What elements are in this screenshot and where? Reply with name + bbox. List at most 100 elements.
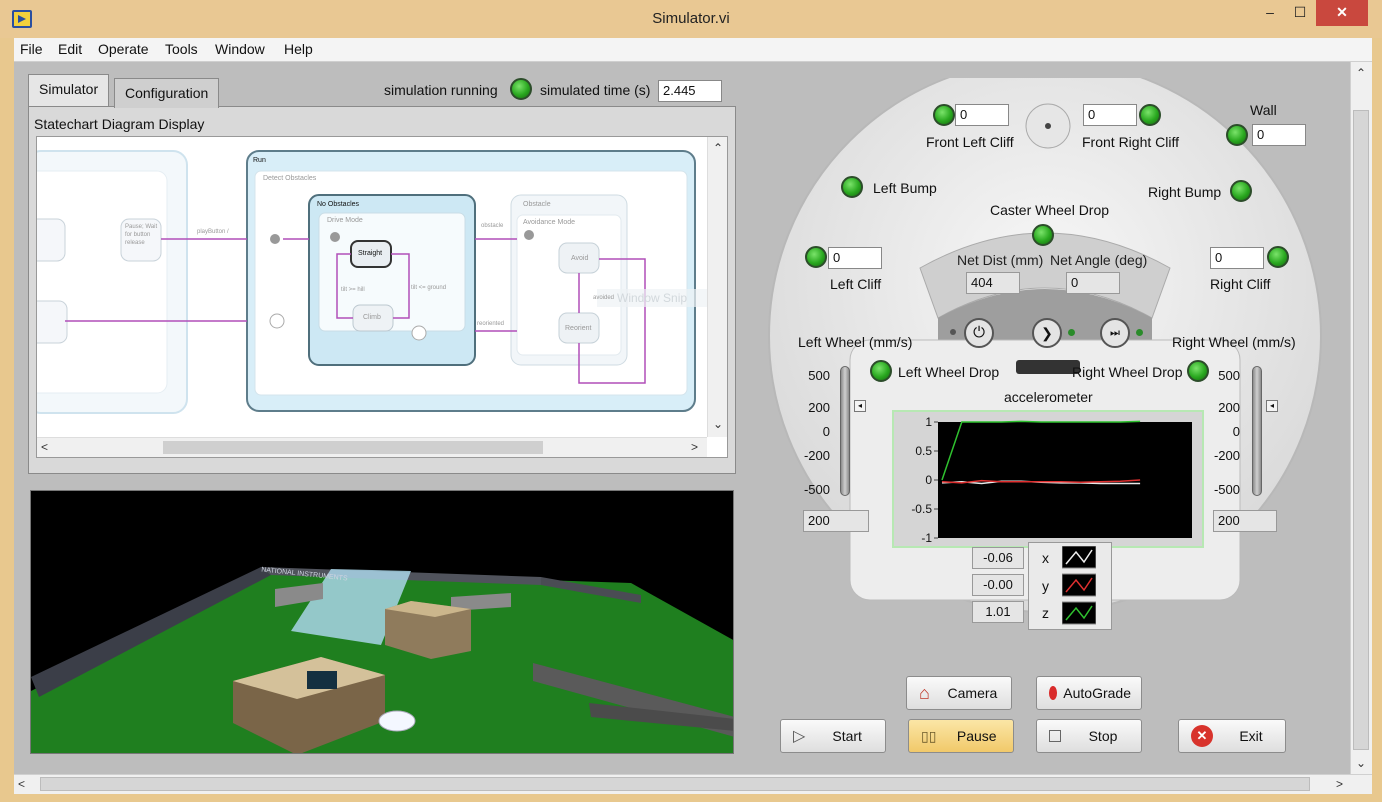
home-icon: ⌂ [919,682,930,703]
right-wheel-tick: 500 [1218,368,1240,383]
scroll-left-icon[interactable]: < [18,777,25,791]
accel-z-value: 1.01 [972,601,1024,623]
play-icon[interactable]: ❯ [1032,318,1062,348]
statechart-hscroll[interactable]: < > [37,437,707,457]
left-wheel-tick: 200 [808,400,830,415]
right-wheel-value[interactable]: 200 [1213,510,1277,532]
left-wheel-tick: 0 [822,424,830,439]
menu-edit[interactable]: Edit [58,41,82,57]
simulated-time-value: 2.445 [658,80,722,102]
state-avoidance-label: Avoidance Mode [523,219,576,226]
accelerometer-label: accelerometer [1004,389,1093,405]
front-right-cliff-led [1139,104,1161,126]
left-wheel-tick: -200 [803,448,830,463]
tab-simulator[interactable]: Simulator [28,74,110,106]
close-button[interactable]: ✕ [1316,0,1368,26]
transition-obstacle-label: obstacle [481,223,504,229]
state-drive-mode-label: Drive Mode [327,217,363,224]
left-wheel-slider-handle[interactable]: ◂ [854,400,866,412]
state-climb-label: Climb [363,314,381,321]
autograde-button[interactable]: AutoGrade [1036,676,1142,710]
maximize-button[interactable]: ☐ [1286,0,1314,26]
right-bump-label: Right Bump [1148,184,1222,200]
transition-playbutton-label: playButton / [197,229,229,235]
scroll-down-icon[interactable]: ⌄ [1356,756,1366,770]
right-wheel-tick: 0 [1232,424,1240,439]
right-cliff-led [1267,246,1289,268]
menu-window[interactable]: Window [215,41,265,57]
left-cliff-value: 0 [828,247,882,269]
front-right-cliff-label: Front Right Cliff [1082,134,1179,150]
advance-icon[interactable]: ⏭ [1100,318,1130,348]
play-outline-icon: ▷ [793,728,806,745]
pause-button[interactable]: ▯▯ Pause [908,719,1014,753]
stop-button[interactable]: Stop [1036,719,1142,753]
stop-icon [1049,730,1061,742]
window-snip-ghost: Window Snip [617,291,688,305]
close-circle-icon: ✕ [1191,725,1213,747]
y-tick-label: 0 [925,473,932,487]
right-wheel-drop-label: Right Wheel Drop [1072,364,1183,380]
statechart-hscroll-thumb[interactable] [163,441,543,454]
menu-tools[interactable]: Tools [165,41,198,57]
window-title: Simulator.vi [652,10,730,27]
left-wheel-value[interactable]: 200 [803,510,869,532]
power-icon[interactable]: ⏻ [964,318,994,348]
scroll-right-icon[interactable]: > [1336,777,1343,791]
menu-file[interactable]: File [20,41,43,57]
tab-configuration[interactable]: Configuration [114,78,220,108]
left-wheel-slider[interactable] [840,366,850,496]
statechart-scroll-left-icon[interactable]: < [41,440,48,454]
left-bump-led [841,176,863,198]
statechart-display[interactable]: Run Detect Obstacles No Obstacles Drive … [36,136,728,458]
state-pause-label: Pause; Wait for button release [125,224,158,246]
3d-scene-view[interactable]: NATIONAL INSTRUMENTS [30,490,734,754]
front-left-cliff-label: Front Left Cliff [926,134,1014,150]
statechart-scroll-right-icon[interactable]: > [691,440,698,454]
caster-wheel-drop-label: Caster Wheel Drop [990,202,1110,218]
left-wheel-label: Left Wheel (mm/s) [798,334,913,350]
exit-button[interactable]: ✕ Exit [1178,719,1286,753]
play-indicator-dot [1068,329,1075,336]
right-cliff-label: Right Cliff [1210,276,1271,292]
statechart-scroll-down-icon[interactable]: ⌄ [713,417,723,431]
menu-operate[interactable]: Operate [98,41,149,57]
legend-z-label: z [1042,605,1049,621]
wall-led [1226,124,1248,146]
left-wheel-tick: 500 [808,368,830,383]
net-dist-value: 404 [966,272,1020,294]
y-tick-label: 1 [925,415,932,429]
arena-render [31,567,733,753]
left-wheel-drop-label: Left Wheel Drop [898,364,1000,380]
scroll-up-icon[interactable]: ⌃ [1356,66,1366,80]
legend-swatches [1062,546,1096,625]
right-wheel-slider-handle[interactable]: ◂ [1266,400,1278,412]
camera-button[interactable]: ⌂ Camera [906,676,1012,710]
left-bump-label: Left Bump [873,180,937,196]
menu-help[interactable]: Help [284,41,313,57]
right-wheel-tick: 200 [1218,400,1240,415]
statechart-vscroll[interactable]: ⌃ ⌄ [707,137,727,437]
minimize-button[interactable]: – [1256,0,1284,26]
y-tick-label: 0.5 [915,444,932,458]
transition-tilt-hill-label: tilt >= hill [341,287,365,293]
statechart-scroll-up-icon[interactable]: ⌃ [713,141,723,155]
simulated-time-label: simulated time (s) [540,82,651,98]
legend-y-label: y [1042,578,1049,594]
horizontal-scroll-thumb[interactable] [40,777,1310,791]
right-cliff-value: 0 [1210,247,1264,269]
right-wheel-tick: -500 [1213,482,1240,497]
statechart-title: Statechart Diagram Display [34,116,205,132]
wall-label: Wall [1250,102,1277,118]
plot-area [938,422,1192,538]
vertical-scroll-thumb[interactable] [1353,110,1369,750]
y-tick-label: -0.5 [911,502,932,516]
right-wheel-slider[interactable] [1252,366,1262,496]
right-wheel-tick: -200 [1213,448,1240,463]
state-avoid-label: Avoid [571,255,589,262]
front-right-cliff-value: 0 [1083,104,1137,126]
net-dist-label: Net Dist (mm) [957,252,1044,268]
start-button[interactable]: ▷ Start [780,719,886,753]
transition-tilt-ground-label: tilt <= ground [411,285,447,291]
left-cliff-label: Left Cliff [830,276,882,292]
